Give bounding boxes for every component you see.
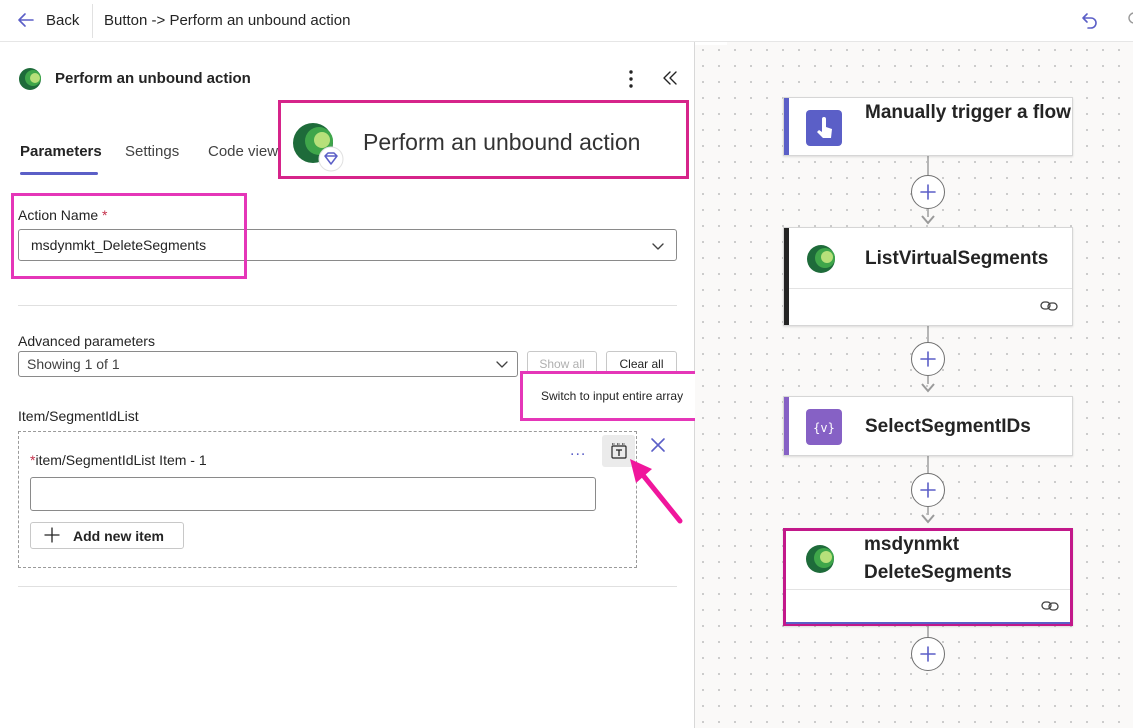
chevron-down-icon — [652, 243, 664, 250]
connector-line — [927, 156, 929, 176]
more-options-icon[interactable] — [620, 68, 642, 90]
plus-icon — [920, 646, 936, 662]
flow-node-trigger[interactable]: Manually trigger a flow — [783, 97, 1073, 156]
segment-id-item-input[interactable] — [30, 477, 596, 511]
add-new-item-button[interactable]: Add new item — [30, 522, 184, 549]
node-accent — [784, 397, 789, 455]
advanced-parameters-label: Advanced parameters — [18, 333, 155, 349]
callout-title-text: Perform an unbound action — [363, 129, 641, 155]
node-title-line-1: msdynmkt — [864, 534, 960, 555]
dynamics-icon — [806, 545, 834, 573]
array-item-label: *item/SegmentIdList Item - 1 — [30, 452, 207, 468]
insert-step-button[interactable] — [911, 637, 945, 671]
undo-icon[interactable] — [1080, 10, 1100, 30]
node-separator — [789, 288, 1072, 289]
tab-code-view[interactable]: Code view — [208, 143, 278, 160]
flow-node-delete-segments[interactable]: msdynmkt DeleteSegments — [783, 528, 1073, 626]
node-title-line-2: DeleteSegments — [864, 562, 1012, 583]
advanced-parameters-dropdown[interactable]: Showing 1 of 1 — [18, 351, 518, 377]
flow-node-list-virtual-segments[interactable]: ListVirtualSegments — [783, 227, 1073, 326]
insert-step-button[interactable] — [911, 473, 945, 507]
section-divider — [18, 305, 677, 306]
add-new-item-label: Add new item — [73, 528, 165, 544]
tab-parameters[interactable]: Parameters — [20, 143, 102, 160]
tooltip-text: Switch to input entire array — [541, 389, 684, 403]
advanced-parameters-value: Showing 1 of 1 — [27, 356, 120, 372]
plus-icon — [920, 184, 936, 200]
node-title: msdynmkt DeleteSegments — [864, 531, 1012, 587]
section-divider — [18, 586, 677, 587]
arrow-down-icon — [921, 215, 935, 225]
touch-trigger-icon — [806, 110, 842, 146]
insert-step-button[interactable] — [911, 342, 945, 376]
link-icon[interactable] — [1041, 599, 1059, 613]
dynamics-marketing-icon — [293, 123, 344, 172]
plus-icon — [44, 527, 60, 543]
arrow-down-icon — [921, 514, 935, 524]
flow-node-select-segment-ids[interactable]: {v} SelectSegmentIDs — [783, 396, 1073, 456]
panel-title: Perform an unbound action — [55, 70, 251, 87]
back-button[interactable]: Back — [16, 10, 79, 30]
node-accent — [784, 228, 789, 325]
close-icon[interactable] — [649, 436, 667, 454]
back-arrow-icon — [18, 13, 34, 27]
annotation-arrow-icon — [630, 459, 683, 524]
dynamics-icon — [19, 68, 41, 90]
connector-line — [927, 326, 929, 343]
segment-id-list-label: Item/SegmentIdList — [18, 408, 139, 424]
link-icon[interactable] — [1040, 299, 1058, 313]
node-accent — [784, 98, 789, 155]
divider — [92, 4, 93, 38]
item-more-button[interactable]: ... — [570, 442, 586, 460]
plus-icon — [920, 351, 936, 367]
node-separator — [786, 589, 1070, 590]
array-item-label-text: item/SegmentIdList Item - 1 — [35, 452, 207, 468]
breadcrumb: Button -> Perform an unbound action — [104, 12, 351, 29]
switch-array-tooltip: Switch to input entire array — [520, 371, 717, 421]
node-title: Manually trigger a flow — [865, 102, 1071, 123]
tab-settings[interactable]: Settings — [125, 143, 179, 160]
canvas-edge — [695, 42, 727, 45]
variable-icon: {v} — [806, 409, 842, 445]
dynamics-icon — [807, 245, 835, 273]
top-bar: Back Button -> Perform an unbound action — [0, 0, 1133, 42]
annotation-callout-action-name — [11, 193, 247, 279]
connector-line — [927, 456, 929, 473]
node-selection-indicator — [786, 622, 1070, 624]
arrow-down-icon — [921, 383, 935, 393]
insert-step-button[interactable] — [911, 175, 945, 209]
back-label: Back — [46, 11, 80, 29]
node-title: SelectSegmentIDs — [865, 416, 1031, 437]
search-icon[interactable] — [1124, 10, 1133, 30]
svg-text:{v}: {v} — [813, 421, 835, 435]
node-title: ListVirtualSegments — [865, 248, 1049, 269]
active-tab-indicator — [20, 172, 98, 175]
annotation-callout-title: Perform an unbound action — [278, 100, 689, 179]
chevron-down-icon — [496, 361, 508, 368]
collapse-panel-icon[interactable] — [660, 68, 680, 88]
plus-icon — [920, 482, 936, 498]
